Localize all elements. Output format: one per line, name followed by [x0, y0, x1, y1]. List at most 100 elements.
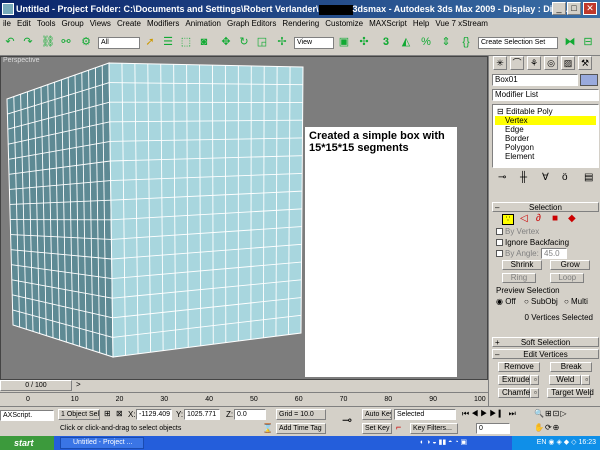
menu-customize[interactable]: Customize: [322, 19, 366, 28]
loop-button[interactable]: Loop: [550, 273, 585, 283]
by-angle-option[interactable]: By Angle: 45.0: [492, 248, 599, 259]
close-button[interactable]: ✕: [583, 2, 597, 15]
object-name-field[interactable]: Box01: [492, 74, 578, 86]
menu-edit[interactable]: Edit: [14, 19, 34, 28]
maximize-viewport-icon[interactable]: ⊕: [553, 423, 561, 432]
keyboard-shortcut-icon[interactable]: ✣: [356, 35, 372, 51]
shrink-button[interactable]: Shrink: [502, 260, 542, 270]
by-vertex-option[interactable]: By Vertex: [492, 226, 599, 237]
pin-stack-icon[interactable]: ⊸: [498, 172, 506, 183]
viewport-label[interactable]: Perspective: [3, 57, 40, 64]
zoom-icon[interactable]: 🔍: [534, 409, 545, 418]
menu-rendering[interactable]: Rendering: [279, 19, 322, 28]
stack-item-polygon[interactable]: Polygon: [495, 143, 596, 152]
rotate-icon[interactable]: ↻: [236, 35, 252, 51]
start-button[interactable]: start: [0, 436, 54, 450]
undo-icon[interactable]: ↶: [2, 35, 18, 51]
named-selection-icon[interactable]: {}: [458, 35, 474, 51]
menu-animation[interactable]: Animation: [182, 19, 224, 28]
maximize-button[interactable]: □: [567, 2, 581, 15]
y-coordinate[interactable]: 1025.771: [184, 409, 220, 420]
x-coordinate[interactable]: -1129.409: [136, 409, 172, 420]
motion-tab-icon[interactable]: ◎: [544, 56, 558, 70]
modify-tab-icon[interactable]: ⌒: [510, 56, 524, 70]
stack-item-element[interactable]: Element: [495, 152, 596, 161]
soft-selection-rollout-header[interactable]: + Soft Selection: [492, 337, 599, 347]
element-mode-icon[interactable]: ◆: [568, 213, 576, 224]
link-icon[interactable]: ⛓: [40, 35, 56, 51]
configure-sets-icon[interactable]: ▤: [584, 172, 593, 183]
snap-icon[interactable]: 𝟑: [378, 35, 394, 51]
menu-graph-editors[interactable]: Graph Editors: [224, 19, 279, 28]
menu-modifiers[interactable]: Modifiers: [144, 19, 182, 28]
z-coordinate[interactable]: 0.0: [234, 409, 266, 420]
key-filters-button[interactable]: Key Filters...: [410, 423, 458, 434]
go-to-start-icon[interactable]: ⏮: [462, 409, 471, 418]
minimize-button[interactable]: _: [552, 2, 566, 15]
menu-vue[interactable]: Vue 7 xStream: [432, 19, 491, 28]
key-mode-dropdown[interactable]: Selected: [394, 409, 456, 420]
menu-maxscript[interactable]: MAXScript: [366, 19, 410, 28]
break-button[interactable]: Break: [550, 362, 593, 372]
align-icon[interactable]: ⊟: [580, 35, 596, 51]
scale-icon[interactable]: ◲: [254, 35, 270, 51]
prev-frame-icon[interactable]: ◀: [471, 409, 480, 418]
bind-spacewarp-icon[interactable]: ⚙: [78, 35, 94, 51]
stack-item-editable-poly[interactable]: ⊟ Editable Poly: [495, 107, 596, 116]
perspective-viewport[interactable]: Perspective Created a simple box with 15…: [0, 56, 488, 380]
redo-icon[interactable]: ↷: [20, 35, 36, 51]
window-crossing-icon[interactable]: ◙: [196, 35, 212, 51]
selection-filter-dropdown[interactable]: All: [98, 37, 140, 49]
move-icon[interactable]: ✥: [218, 35, 234, 51]
polygon-mode-icon[interactable]: ■: [552, 213, 558, 224]
menu-group[interactable]: Group: [59, 19, 87, 28]
preview-subobj-radio[interactable]: ○ SubObj: [524, 297, 558, 306]
menu-tools[interactable]: Tools: [34, 19, 59, 28]
chamfer-button[interactable]: Chamfer: [498, 388, 533, 398]
lock-selection-icon[interactable]: ⊞: [104, 409, 111, 418]
ignore-backfacing-option[interactable]: Ignore Backfacing: [492, 237, 599, 248]
next-key-icon[interactable]: ▶▎: [489, 409, 508, 418]
display-tab-icon[interactable]: ▨: [561, 56, 575, 70]
menu-file[interactable]: ile: [0, 19, 14, 28]
menu-create[interactable]: Create: [114, 19, 144, 28]
make-unique-icon[interactable]: ∀: [542, 172, 549, 183]
object-color-swatch[interactable]: [580, 74, 598, 86]
taskbar-item-3dsmax[interactable]: Untitled - Project ...: [60, 437, 144, 449]
show-end-result-icon[interactable]: ╫: [520, 172, 527, 183]
selection-set-dropdown[interactable]: Create Selection Set: [478, 37, 558, 49]
pivot-icon[interactable]: ▣: [336, 35, 352, 51]
modifier-list-dropdown[interactable]: Modifier List: [492, 89, 599, 101]
select-by-name-icon[interactable]: ☰: [160, 35, 176, 51]
orbit-icon[interactable]: ⟳: [545, 423, 553, 432]
auto-key-button[interactable]: Auto Key: [362, 409, 392, 420]
next-frame-icon[interactable]: >: [76, 380, 81, 389]
track-bar[interactable]: 0 10 20 30 40 50 60 70 80 90 100: [0, 392, 488, 406]
preview-multi-radio[interactable]: ○ Multi: [564, 297, 588, 306]
select-object-icon[interactable]: ➚: [142, 35, 158, 51]
remove-button[interactable]: Remove: [498, 362, 540, 372]
percent-snap-icon[interactable]: %: [418, 35, 434, 51]
time-tag-icon[interactable]: ⌛: [262, 423, 273, 434]
extrude-button[interactable]: Extrude: [498, 375, 530, 385]
target-weld-button[interactable]: Target Weld: [547, 388, 594, 398]
preview-off-radio[interactable]: ◉ Off: [496, 297, 516, 306]
vertex-mode-icon[interactable]: ∵: [502, 214, 514, 225]
spinner-snap-icon[interactable]: ⇕: [438, 35, 454, 51]
angle-spinner[interactable]: 45.0: [541, 248, 567, 259]
grow-button[interactable]: Grow: [550, 260, 591, 270]
stack-item-vertex[interactable]: Vertex: [495, 116, 596, 125]
set-key-button[interactable]: Set Key: [362, 423, 392, 434]
zoom-all-icon[interactable]: ⊞: [545, 409, 553, 418]
language-indicator[interactable]: EN: [537, 439, 547, 446]
stack-item-border[interactable]: Border: [495, 134, 596, 143]
chamfer-settings-icon[interactable]: ▫: [530, 388, 539, 398]
current-frame-field[interactable]: 0: [476, 423, 510, 434]
edit-vertices-rollout-header[interactable]: – Edit Vertices: [492, 349, 599, 359]
stack-item-edge[interactable]: Edge: [495, 125, 596, 134]
maxscript-listener[interactable]: AXScript.: [0, 410, 54, 421]
edge-mode-icon[interactable]: ◁: [520, 213, 528, 224]
select-manipulate-icon[interactable]: ✢: [274, 35, 290, 51]
extrude-settings-icon[interactable]: ▫: [530, 375, 539, 385]
create-tab-icon[interactable]: ✳: [493, 56, 507, 70]
